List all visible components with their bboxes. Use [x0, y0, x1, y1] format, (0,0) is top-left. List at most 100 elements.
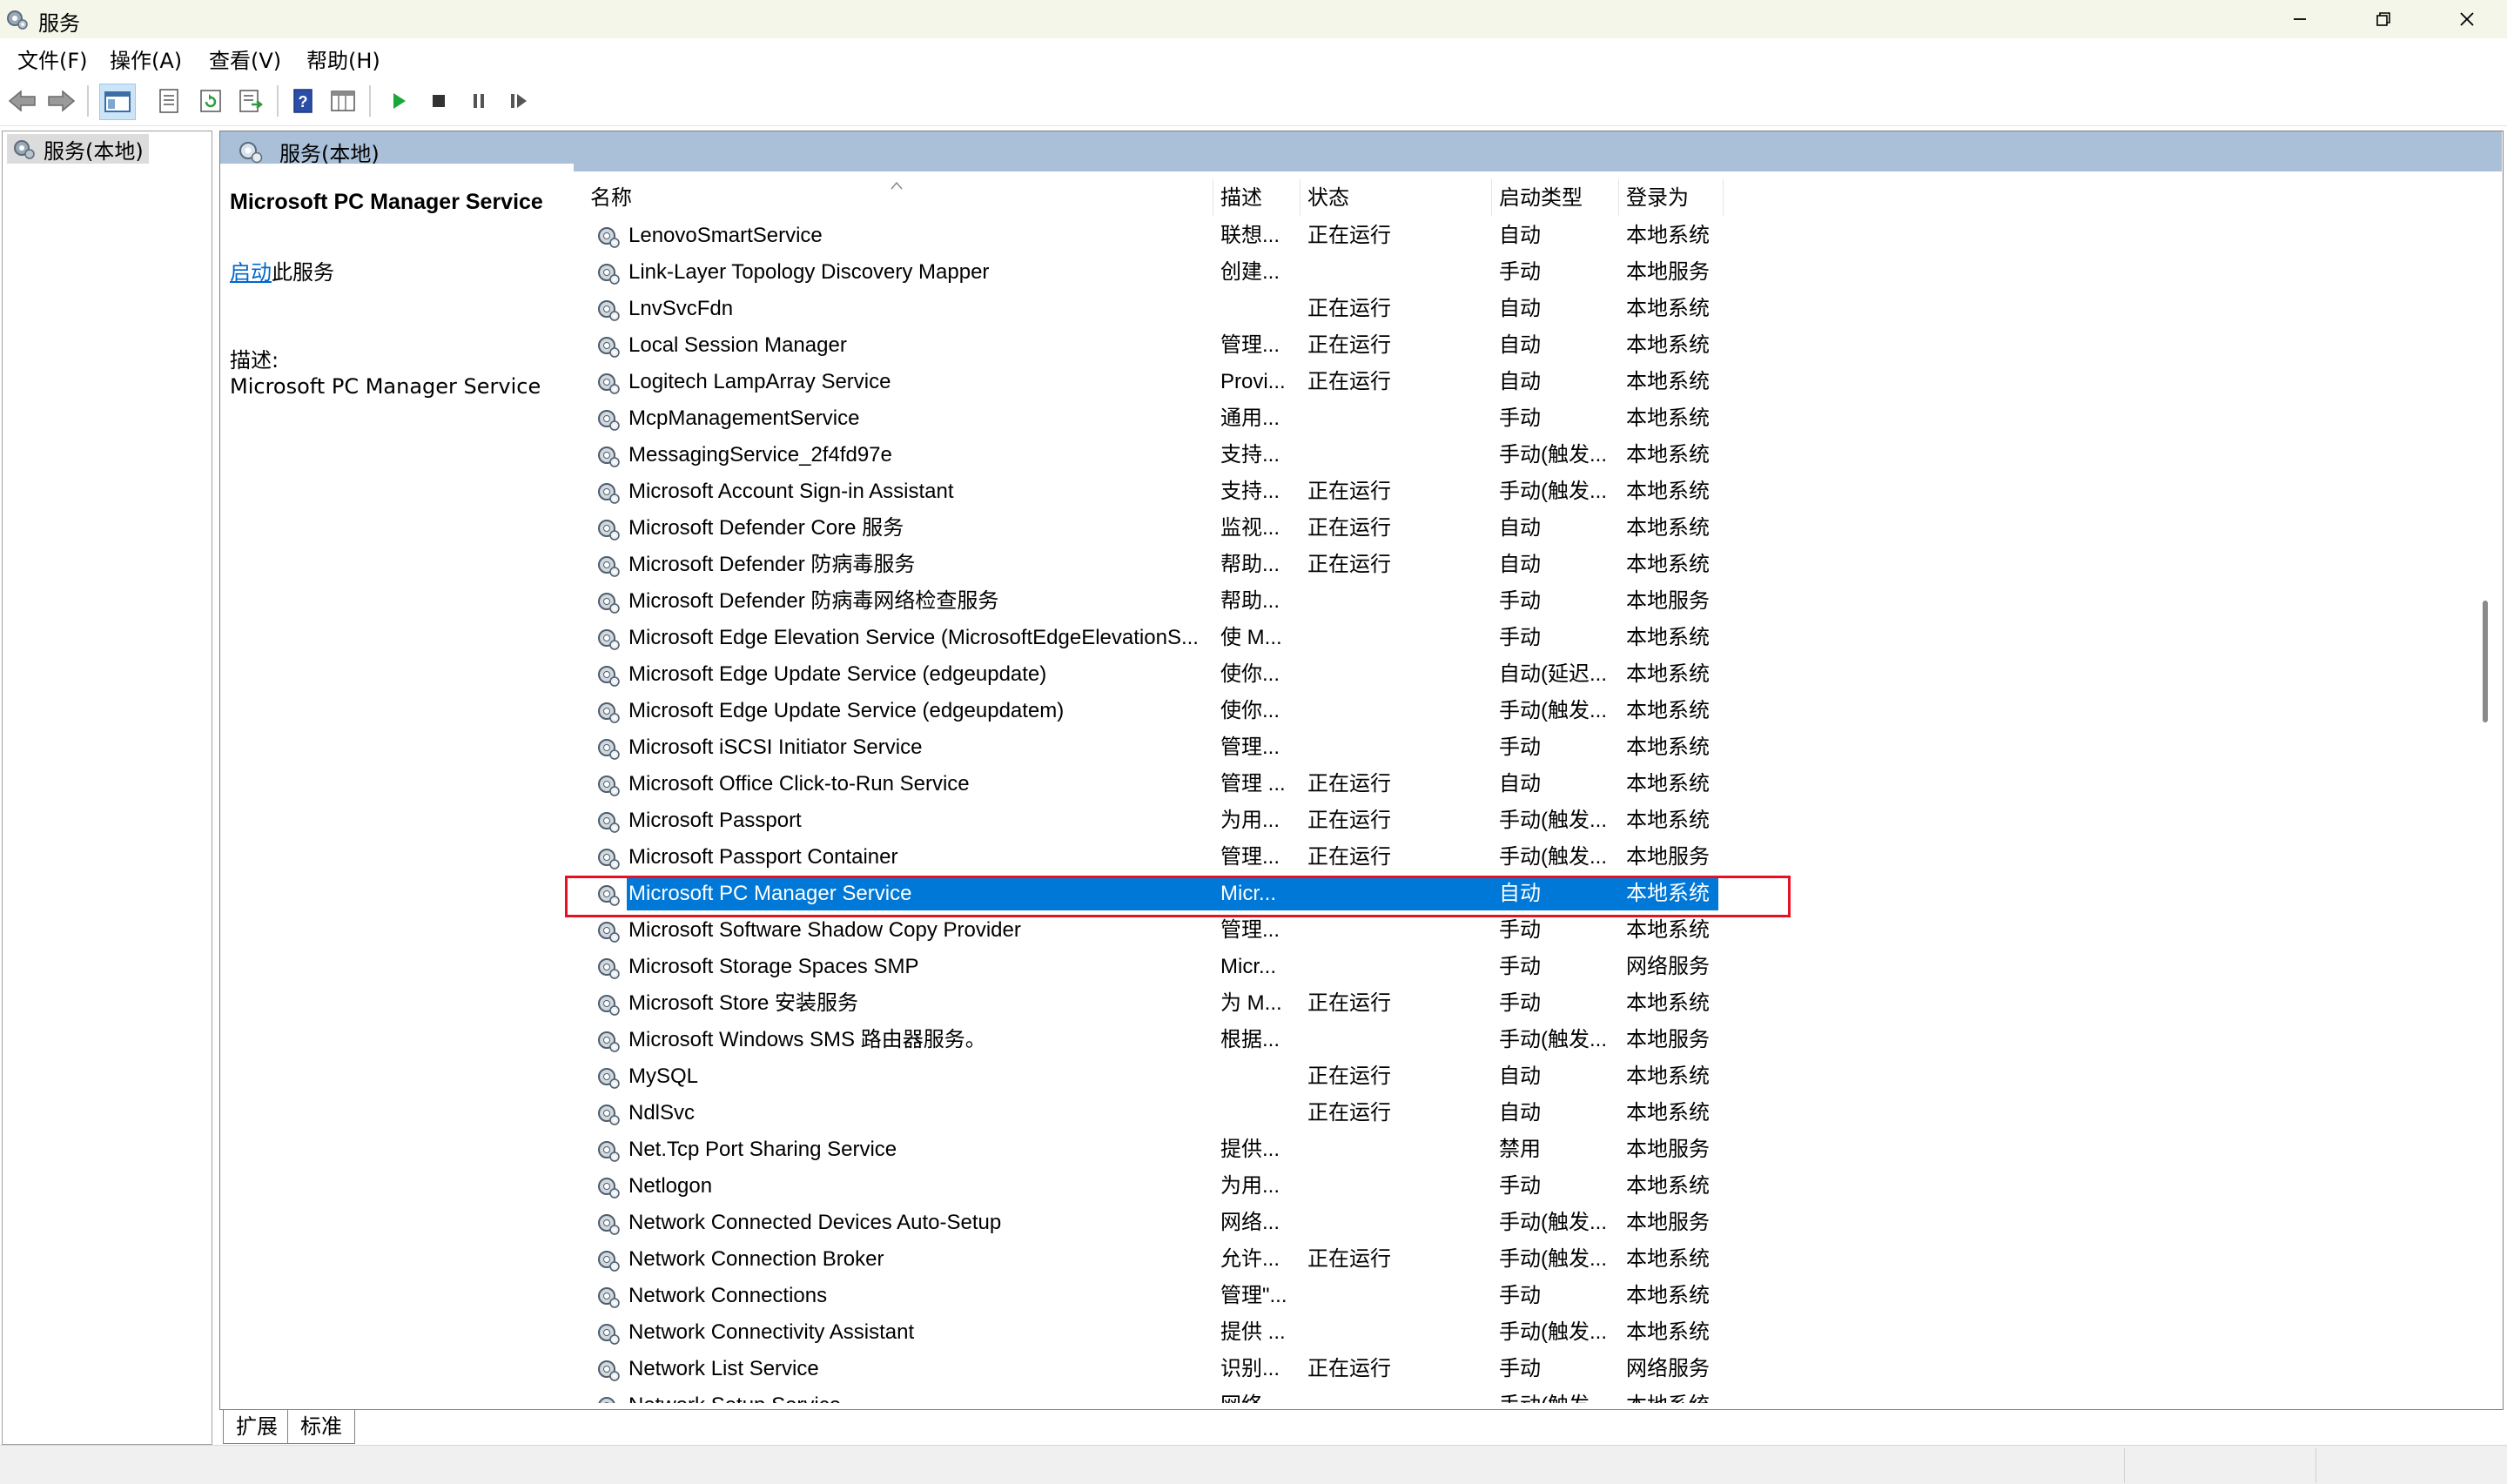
service-startup-type: 手动	[1499, 1284, 1541, 1307]
service-gear-icon	[598, 593, 620, 614]
table-row[interactable]: Microsoft Edge Elevation Service (Micros…	[583, 620, 1724, 656]
service-startup-type: 手动	[1499, 406, 1541, 430]
table-row[interactable]: Network Connection Broker 允许... 正在运行 手动(触发.…	[583, 1241, 1724, 1278]
toolbar-separator	[87, 85, 89, 117]
menu-file[interactable]: 文件(F)	[17, 44, 88, 74]
tab-extended[interactable]: 扩展	[223, 1410, 291, 1444]
stop-service-button[interactable]	[421, 84, 456, 118]
service-name: Microsoft Edge Update Service (edgeupdat…	[628, 662, 1047, 686]
start-service-link[interactable]: 启动	[230, 260, 272, 285]
service-logon-as: 本地系统	[1626, 1174, 1710, 1198]
service-startup-type: 禁用	[1499, 1138, 1541, 1161]
service-description: 管理...	[1220, 918, 1280, 942]
table-row[interactable]: LenovoSmartService 联想... 正在运行 自动 本地系统	[583, 218, 1724, 254]
table-row[interactable]: Network Connections 管理"... 手动 本地系统	[583, 1278, 1724, 1314]
back-button[interactable]	[5, 84, 40, 118]
tree-item-services-local[interactable]: 服务(本地)	[7, 134, 149, 164]
export-list-button[interactable]	[233, 84, 268, 118]
forward-button[interactable]	[44, 84, 78, 118]
service-status	[1307, 656, 1490, 693]
service-name: Network Connectivity Assistant	[628, 1320, 915, 1344]
table-row[interactable]: MessagingService_2f4fd97e 支持... 手动(触发... 本地…	[583, 437, 1724, 473]
column-header-startup-type[interactable]: 启动类型	[1492, 179, 1619, 216]
service-description	[1220, 1058, 1295, 1095]
table-row[interactable]: Microsoft Edge Update Service (edgeupdat…	[583, 656, 1724, 693]
table-row[interactable]: Microsoft iSCSI Initiator Service 管理... 手动…	[583, 729, 1724, 766]
table-row[interactable]: Microsoft Defender Core 服务 监视... 正在运行 自动 本地系…	[583, 510, 1724, 547]
table-row[interactable]: Local Session Manager 管理... 正在运行 自动 本地系统	[583, 327, 1724, 364]
service-logon-as: 本地系统	[1626, 224, 1710, 247]
table-row[interactable]: Network List Service 识别... 正在运行 手动 网络服务	[583, 1351, 1724, 1387]
console-tree-pane	[2, 131, 212, 1445]
service-startup-type: 手动(触发...	[1499, 845, 1607, 869]
table-row[interactable]: Microsoft Defender 防病毒服务 帮助... 正在运行 自动 本地系统	[583, 547, 1724, 583]
table-row[interactable]: Microsoft Office Click-to-Run Service 管理 …	[583, 766, 1724, 802]
service-name: MySQL	[628, 1064, 699, 1088]
restore-button[interactable]	[2342, 0, 2425, 38]
help-button[interactable]: ?	[286, 84, 320, 118]
vertical-scrollbar-thumb[interactable]	[2483, 601, 2488, 722]
table-row[interactable]: Microsoft Passport 为用... 正在运行 手动(触发... 本地系统	[583, 802, 1724, 839]
menu-view[interactable]: 查看(V)	[209, 44, 281, 74]
table-row[interactable]: LnvSvcFdn 正在运行 自动 本地系统	[583, 291, 1724, 327]
view-button[interactable]	[326, 84, 360, 118]
service-status: 正在运行	[1307, 1101, 1391, 1125]
pause-service-button[interactable]	[461, 84, 496, 118]
service-logon-as: 本地系统	[1626, 626, 1710, 649]
resume-service-button[interactable]	[501, 84, 536, 118]
service-gear-icon	[598, 629, 620, 650]
refresh-icon	[200, 90, 221, 112]
service-status: 正在运行	[1307, 809, 1391, 832]
tab-standard[interactable]: 标准	[287, 1410, 355, 1444]
table-row[interactable]: Microsoft Passport Container 管理... 正在运行 手动(…	[583, 839, 1724, 876]
service-status	[1307, 400, 1490, 437]
service-startup-type: 自动	[1499, 1101, 1541, 1125]
svg-text:?: ?	[299, 93, 308, 111]
service-description: 使 M...	[1220, 626, 1282, 649]
table-row[interactable]: MySQL 正在运行 自动 本地系统	[583, 1058, 1724, 1095]
service-status: 正在运行	[1307, 224, 1391, 247]
column-header-status[interactable]: 状态	[1301, 179, 1492, 216]
table-row[interactable]: Microsoft Windows SMS 路由器服务。 根据... 手动(触发..…	[583, 1022, 1724, 1058]
table-row[interactable]: Network Connected Devices Auto-Setup 网络..…	[583, 1205, 1724, 1241]
table-row[interactable]: Network Connectivity Assistant 提供 ... 手动(触…	[583, 1314, 1724, 1351]
service-status	[1307, 437, 1490, 473]
header-notch	[220, 164, 574, 171]
service-name: Microsoft Passport	[628, 809, 802, 832]
table-row[interactable]: Microsoft Edge Update Service (edgeupdat…	[583, 693, 1724, 729]
column-header-status-label: 状态	[1307, 185, 1349, 210]
column-header-description-label: 描述	[1220, 185, 1262, 210]
table-row[interactable]: Microsoft Defender 防病毒网络检查服务 帮助... 手动 本地服务	[583, 583, 1724, 620]
service-status	[1307, 1387, 1490, 1403]
window-title: 服务	[38, 11, 80, 36]
table-row[interactable]: Net.Tcp Port Sharing Service 提供... 禁用 本地服务	[583, 1131, 1724, 1168]
table-row[interactable]: Logitech LampArray Service Provi... 正在运行 自动…	[583, 364, 1724, 400]
console-tree-button[interactable]	[99, 84, 136, 120]
menu-help[interactable]: 帮助(H)	[306, 44, 380, 74]
table-row[interactable]: McpManagementService 通用... 手动 本地系统	[583, 400, 1724, 437]
toolbar-separator	[369, 85, 371, 117]
table-row[interactable]: Microsoft Store 安装服务 为 M... 正在运行 手动 本地系统	[583, 985, 1724, 1022]
column-header-description[interactable]: 描述	[1213, 179, 1301, 216]
properties-button[interactable]	[151, 84, 186, 118]
start-service-button[interactable]	[381, 84, 416, 118]
table-row[interactable]: Netlogon 为用... 手动 本地系统	[583, 1168, 1724, 1205]
stop-service-icon	[433, 95, 445, 107]
minimize-button[interactable]	[2258, 0, 2342, 38]
table-row[interactable]: Microsoft Storage Spaces SMP Micr... 手动 网络服…	[583, 949, 1724, 985]
table-row[interactable]: Network Setup Service网络... 手动(触发... 本地系统	[583, 1387, 1724, 1403]
table-row[interactable]: NdlSvc 正在运行 自动 本地系统	[583, 1095, 1724, 1131]
service-gear-icon	[598, 1360, 620, 1381]
close-button[interactable]	[2425, 0, 2507, 38]
column-header-logon-as[interactable]: 登录为	[1619, 179, 1724, 216]
service-startup-type: 手动	[1499, 1174, 1541, 1198]
view-icon	[331, 91, 355, 111]
table-row[interactable]: Link-Layer Topology Discovery Mapper 创建..…	[583, 254, 1724, 291]
menu-action[interactable]: 操作(A)	[110, 44, 182, 74]
table-row[interactable]: Microsoft Account Sign-in Assistant 支持...…	[583, 473, 1724, 510]
service-logon-as: 本地系统	[1626, 480, 1710, 503]
refresh-button[interactable]	[193, 84, 228, 118]
table-row[interactable]: Microsoft Software Shadow Copy Provider 管…	[583, 912, 1724, 949]
service-status	[1307, 1278, 1490, 1314]
gears-icon	[14, 140, 35, 159]
